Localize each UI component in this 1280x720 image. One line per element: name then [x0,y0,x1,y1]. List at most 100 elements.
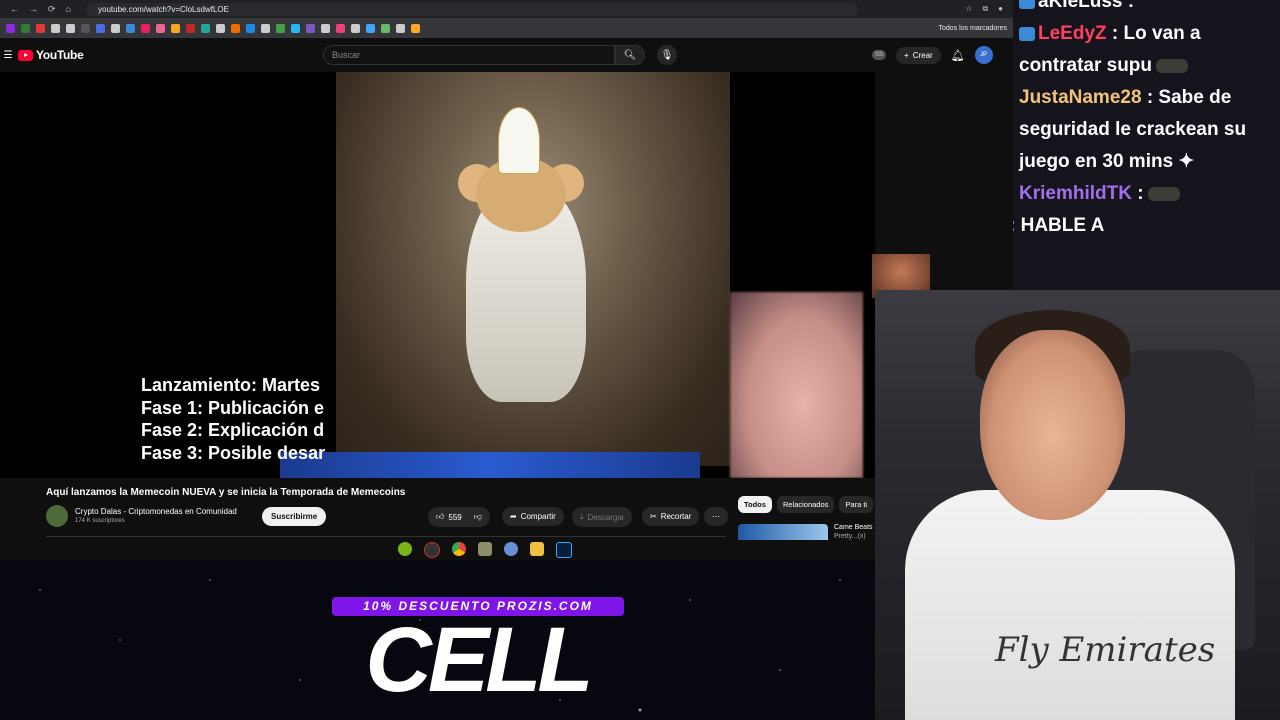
bookmark-icon[interactable] [291,23,300,33]
chat-message: JustaName28 : Sabe de seguridad le crack… [1019,87,1247,172]
like-button[interactable]: 👍︎ 559 👎︎ [428,507,490,527]
microphone-icon: 🎙︎ [660,49,674,61]
mitre-hat [498,107,540,174]
ss-badge: SS [872,50,887,60]
create-button[interactable]: + Crear [896,46,941,64]
chat-message: KriemhildTK : [1013,178,1280,210]
bookmark-icon[interactable] [276,23,285,33]
video-frame-mouse-bishop [336,72,730,466]
youtube-play-icon [18,49,33,61]
overlay-line: Fase 2: Explicación d [141,420,325,440]
extensions-icon[interactable]: ⧉ [982,4,988,14]
video-overlay-text: Lanzamiento: Martes Fase 1: Publicación … [141,374,336,464]
download-button[interactable]: ⤓ Descargar [572,507,633,527]
chat-message: LeEdyZ : Lo van a contratar supu [1019,23,1201,76]
bookmark-icon[interactable] [6,23,15,33]
chip-para-ti[interactable]: Para ti [839,496,874,513]
search-input[interactable]: Buscar [323,45,615,65]
bookmark-icon[interactable] [66,23,75,33]
bookmark-icon[interactable] [186,23,195,33]
bookmark-icon[interactable] [321,23,330,33]
taskbar [398,542,572,558]
more-actions-button[interactable]: ⋯ [704,507,728,526]
thumbs-down-icon[interactable]: 👎︎ [474,512,482,522]
bookmark-star-icon[interactable]: ☆ [965,4,972,14]
shirt-sponsor-text: Fly Emirates [995,630,1216,670]
plus-icon: + [904,50,909,60]
browser-toolbar: ← → ⟳ ⌂ youtube.com/watch?v=CloLsdwfLOE … [0,0,1013,18]
bookmark-icon[interactable] [246,23,255,33]
header-actions: SS + Crear 🔔︎ JP [872,46,993,64]
overlay-line: Lanzamiento: Martes [141,375,321,395]
chat-badge-icon [1019,0,1035,9]
bookmarks-bar: Todos los marcadores [0,18,1013,38]
recommended-thumbnail[interactable] [738,524,828,540]
browser-actions: ☆ ⧉ ● [858,4,1013,14]
forward-icon[interactable]: → [29,4,38,15]
app-icon[interactable] [504,542,518,556]
chat-badge-icon [1019,26,1035,41]
chat-panel: aKIeLuss : LeEdyZ : Lo van a contratar s… [1013,0,1280,290]
bookmark-icon[interactable] [96,23,105,33]
search-icon: 🔍︎ [623,49,637,61]
bookmark-icon[interactable] [156,23,165,33]
browser-nav: ← → ⟳ ⌂ [0,4,86,15]
bookmark-icon[interactable] [216,23,225,33]
profile-icon[interactable]: ● [998,4,1003,14]
notifications-bell-icon[interactable]: 🔔︎ [951,49,965,62]
bookmark-icon[interactable] [366,23,375,33]
all-bookmarks[interactable]: Todos los marcadores [939,25,1007,32]
search-button[interactable]: 🔍︎ [615,45,645,65]
bookmark-icon[interactable] [261,23,270,33]
address-bar[interactable]: youtube.com/watch?v=CloLsdwfLOE [86,2,858,16]
chip-todos[interactable]: Todos [738,496,772,513]
clip-button[interactable]: ✂ Recortar [642,507,700,526]
video-title: Aquí lanzamos la Memecoin NUEVA y se ini… [46,487,406,498]
app-icon[interactable] [478,542,492,556]
menu-icon[interactable]: ☰ [0,50,18,61]
app-icon[interactable] [424,542,440,558]
bookmark-icon[interactable] [141,23,150,33]
chip-relacionados[interactable]: Relacionados [776,496,835,513]
bookmark-icon[interactable] [81,23,90,33]
bookmark-icon[interactable] [36,23,45,33]
hand-overlay [730,292,863,478]
bookmark-icon[interactable] [306,23,315,33]
share-button[interactable]: ➦ Compartir [502,507,564,526]
bookmark-icon[interactable] [21,23,30,33]
bookmark-icon[interactable] [396,23,405,33]
divider [46,536,726,537]
download-icon: ⤓ [580,512,584,521]
chat-emote-icon [1147,186,1180,201]
voice-search-button[interactable]: 🎙︎ [657,45,677,65]
person-face [980,330,1125,520]
youtube-logo[interactable]: YouTube [18,48,84,62]
app-icon[interactable] [398,542,412,556]
recommendation-chips: Todos Relacionados Para ti [738,496,874,513]
bookmark-icon[interactable] [381,23,390,33]
avatar[interactable]: JP [974,46,993,64]
channel-subscribers: 174 K suscriptores [75,518,125,524]
bookmark-icon[interactable] [351,23,360,33]
bookmark-icon[interactable] [171,23,180,33]
subscribe-button[interactable]: Suscribirme [262,507,327,526]
share-icon: ➦ [510,512,517,521]
bookmark-icon[interactable] [336,23,345,33]
folder-icon[interactable] [530,542,544,556]
bookmark-icon[interactable] [411,23,420,33]
photoshop-icon[interactable] [556,542,572,558]
video-player[interactable]: Lanzamiento: Martes Fase 1: Publicación … [0,72,875,478]
chrome-icon[interactable] [452,542,466,556]
channel-avatar[interactable] [46,505,68,527]
recommended-title[interactable]: Came Beats [834,524,873,531]
back-icon[interactable]: ← [10,4,19,15]
bookmark-icon[interactable] [111,23,120,33]
bookmark-icon[interactable] [231,23,240,33]
bookmark-icon[interactable] [51,23,60,33]
chat-message: : HABLE A [1013,215,1105,236]
channel-name[interactable]: Crypto Dalas - Criptomonedas en Comunida… [75,507,237,516]
home-icon[interactable]: ⌂ [66,4,71,15]
bookmark-icon[interactable] [201,23,210,33]
reload-icon[interactable]: ⟳ [48,4,56,15]
bookmark-icon[interactable] [126,23,135,33]
